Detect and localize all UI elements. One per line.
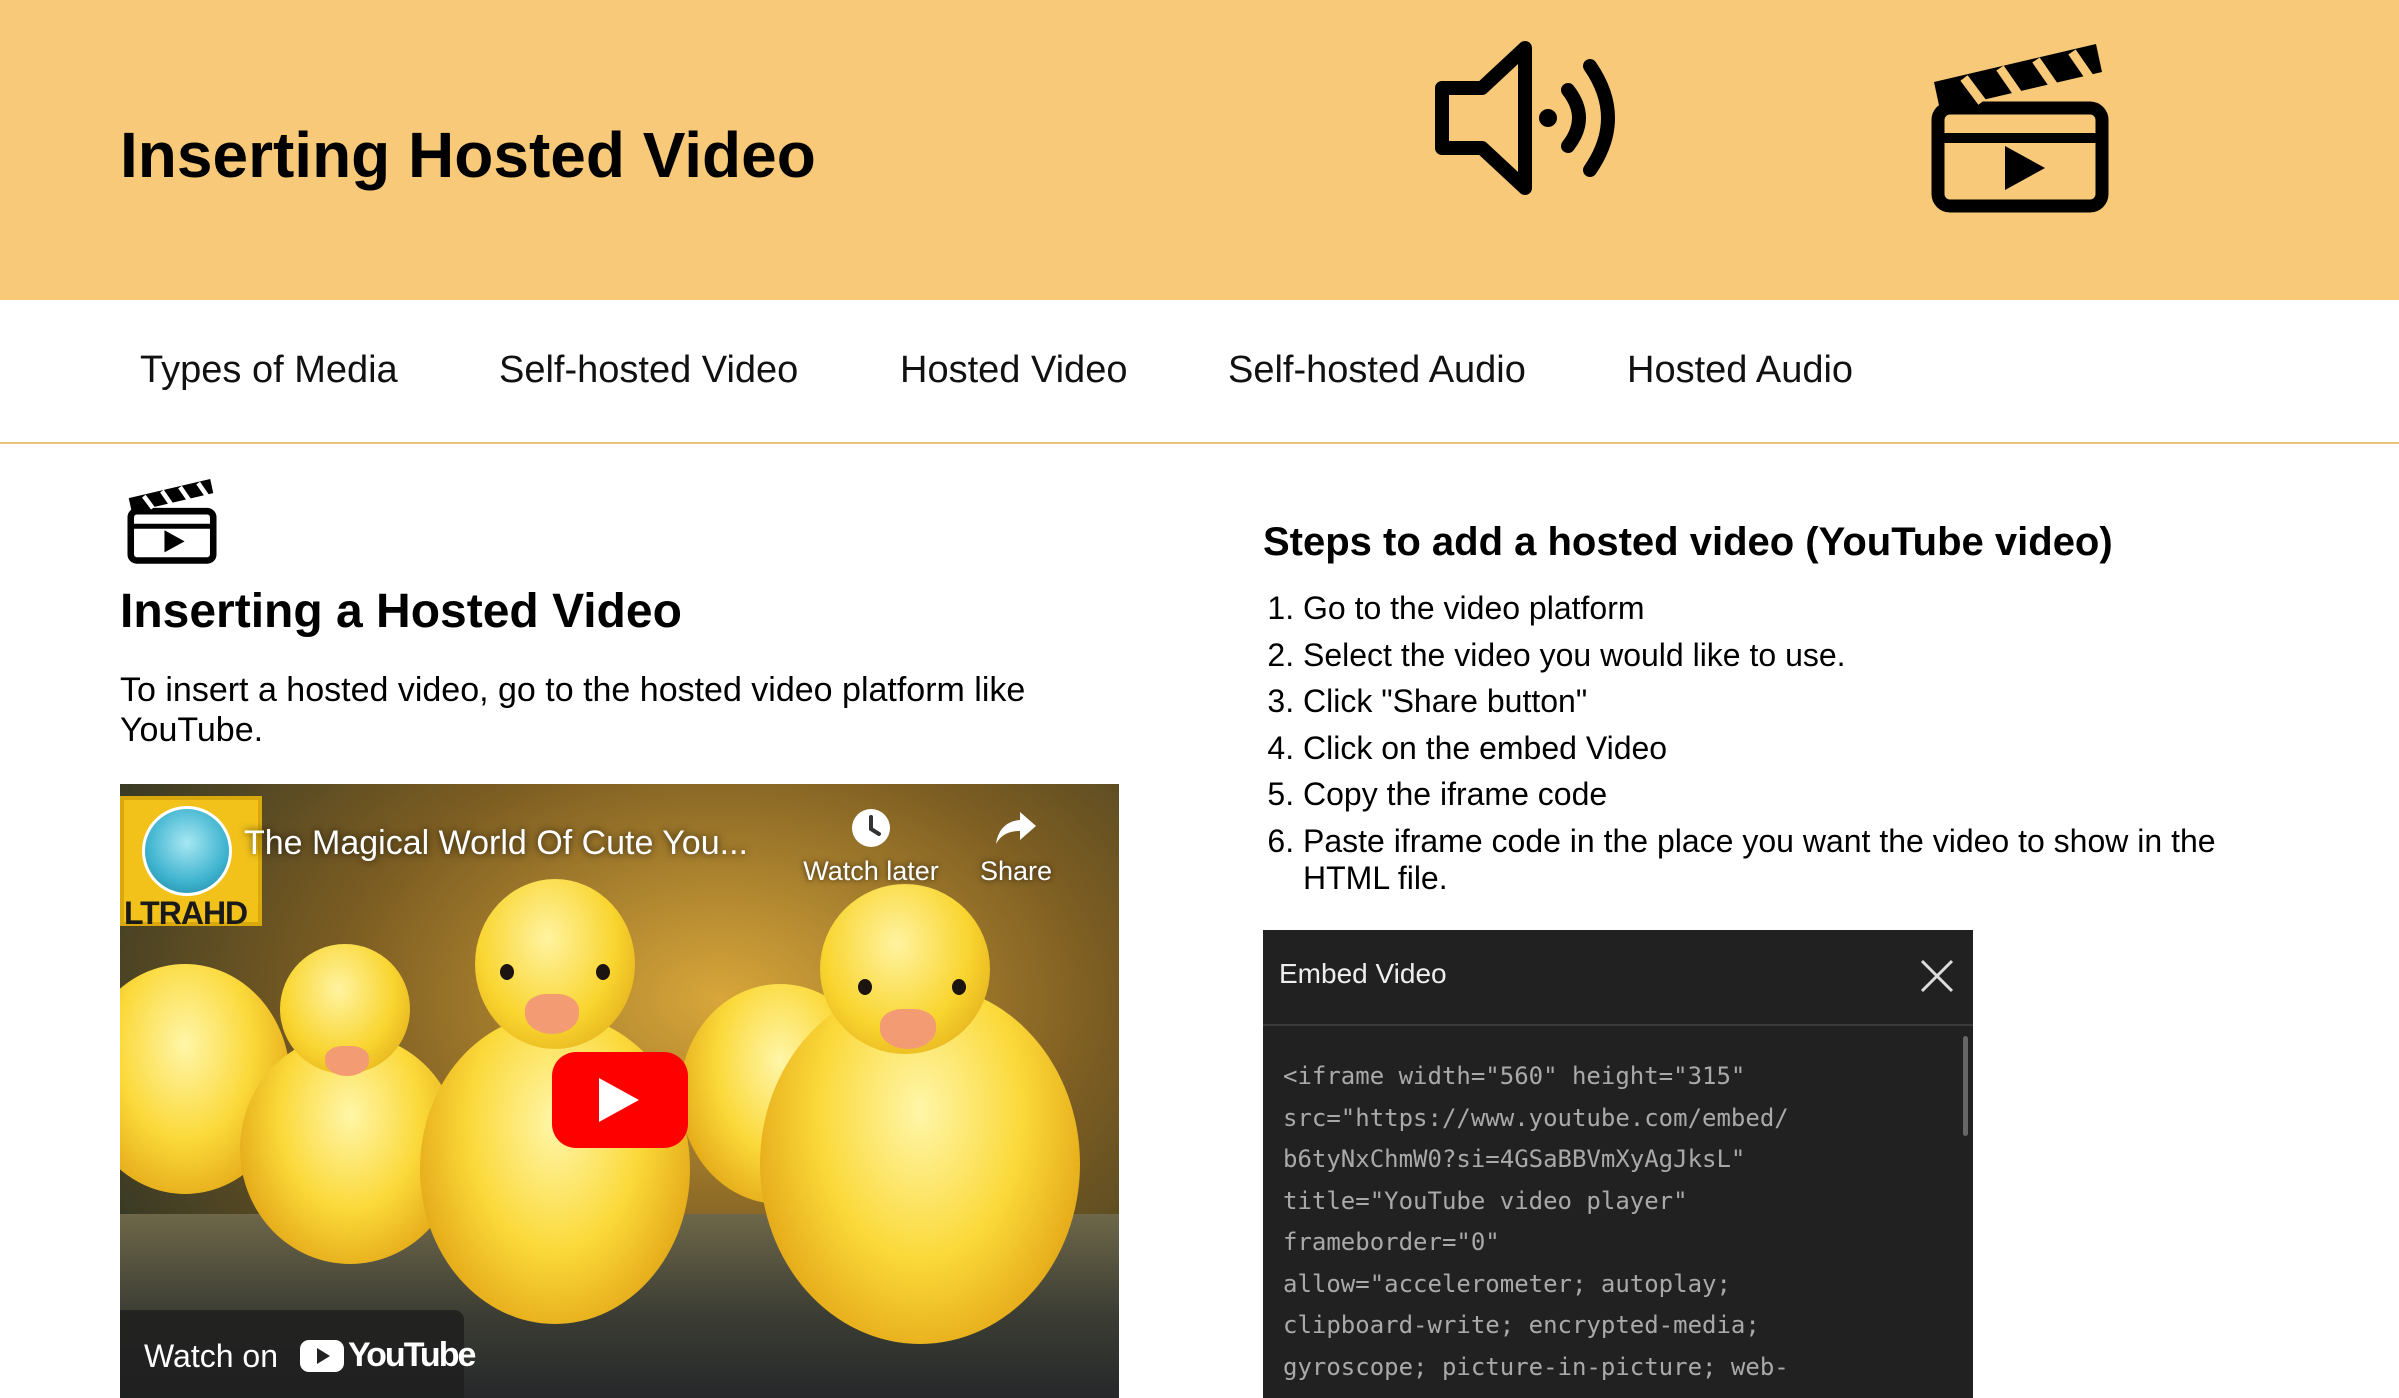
play-icon <box>599 1078 639 1122</box>
steps-title: Steps to add a hosted video (YouTube vid… <box>1263 520 2113 564</box>
nav-link-self-hosted-video[interactable]: Self-hosted Video <box>499 348 798 392</box>
main-nav: Types of Media Self-hosted Video Hosted … <box>0 300 2399 444</box>
clapperboard-icon <box>1931 44 2109 213</box>
site-header: Inserting Hosted Video <box>0 0 2399 300</box>
watch-on-youtube-button[interactable]: Watch on YouTube <box>120 1310 476 1398</box>
video-title[interactable]: The Magical World Of Cute You... <box>244 824 748 863</box>
page-title: Inserting Hosted Video <box>120 119 816 191</box>
watch-later-button[interactable]: Watch later <box>796 806 946 887</box>
duckling-beak <box>880 1009 936 1049</box>
speaker-icon <box>1435 41 1615 195</box>
intro-paragraph: To insert a hosted video, go to the host… <box>120 671 1026 749</box>
nav-link-types-of-media[interactable]: Types of Media <box>140 348 398 392</box>
duckling-beak <box>325 1046 369 1076</box>
section-title: Inserting a Hosted Video <box>120 585 682 638</box>
list-item: Paste iframe code in the place you want … <box>1303 823 2263 897</box>
duckling-eye <box>952 979 966 995</box>
share-label: Share <box>979 856 1053 886</box>
steps-list: Go to the video platform Select the vide… <box>1263 590 2263 906</box>
duckling-beak <box>525 994 579 1034</box>
embed-dialog-title: Embed Video <box>1279 958 1447 989</box>
youtube-wordmark: YouTube <box>348 1336 476 1374</box>
embed-dialog-header: Embed Video <box>1263 930 1973 1026</box>
duckling-eye <box>596 964 610 980</box>
duckling-eye <box>858 979 872 995</box>
share-arrow-icon <box>996 812 1036 844</box>
nav-link-hosted-video[interactable]: Hosted Video <box>900 348 1127 392</box>
scrollbar[interactable] <box>1963 1036 1968 1136</box>
share-button[interactable]: Share <box>966 806 1066 887</box>
channel-avatar[interactable] <box>142 806 232 896</box>
list-item: Click on the embed Video <box>1303 730 2263 767</box>
close-icon[interactable] <box>1919 958 1955 994</box>
nav-link-hosted-audio[interactable]: Hosted Audio <box>1627 348 1853 392</box>
list-item: Click "Share button" <box>1303 683 2263 720</box>
clock-icon <box>852 809 890 847</box>
play-button[interactable] <box>552 1052 688 1148</box>
watch-on-label: Watch on <box>144 1338 278 1374</box>
list-item: Copy the iframe code <box>1303 776 2263 813</box>
embed-code-text[interactable]: <iframe width="560" height="315" src="ht… <box>1283 1056 1943 1388</box>
youtube-video-player[interactable]: LTRAHD The Magical World Of Cute You... … <box>120 784 1119 1398</box>
youtube-logo-icon <box>300 1340 344 1372</box>
list-item: Select the video you would like to use. <box>1303 637 2263 674</box>
clapperboard-icon <box>127 479 217 564</box>
watch-later-label: Watch later <box>803 856 939 886</box>
uhd-badge-text: LTRAHD <box>124 895 248 931</box>
nav-link-self-hosted-audio[interactable]: Self-hosted Audio <box>1228 348 1526 392</box>
duckling-eye <box>500 964 514 980</box>
list-item: Go to the video platform <box>1303 590 2263 627</box>
embed-video-dialog: Embed Video <iframe width="560" height="… <box>1263 930 1973 1398</box>
